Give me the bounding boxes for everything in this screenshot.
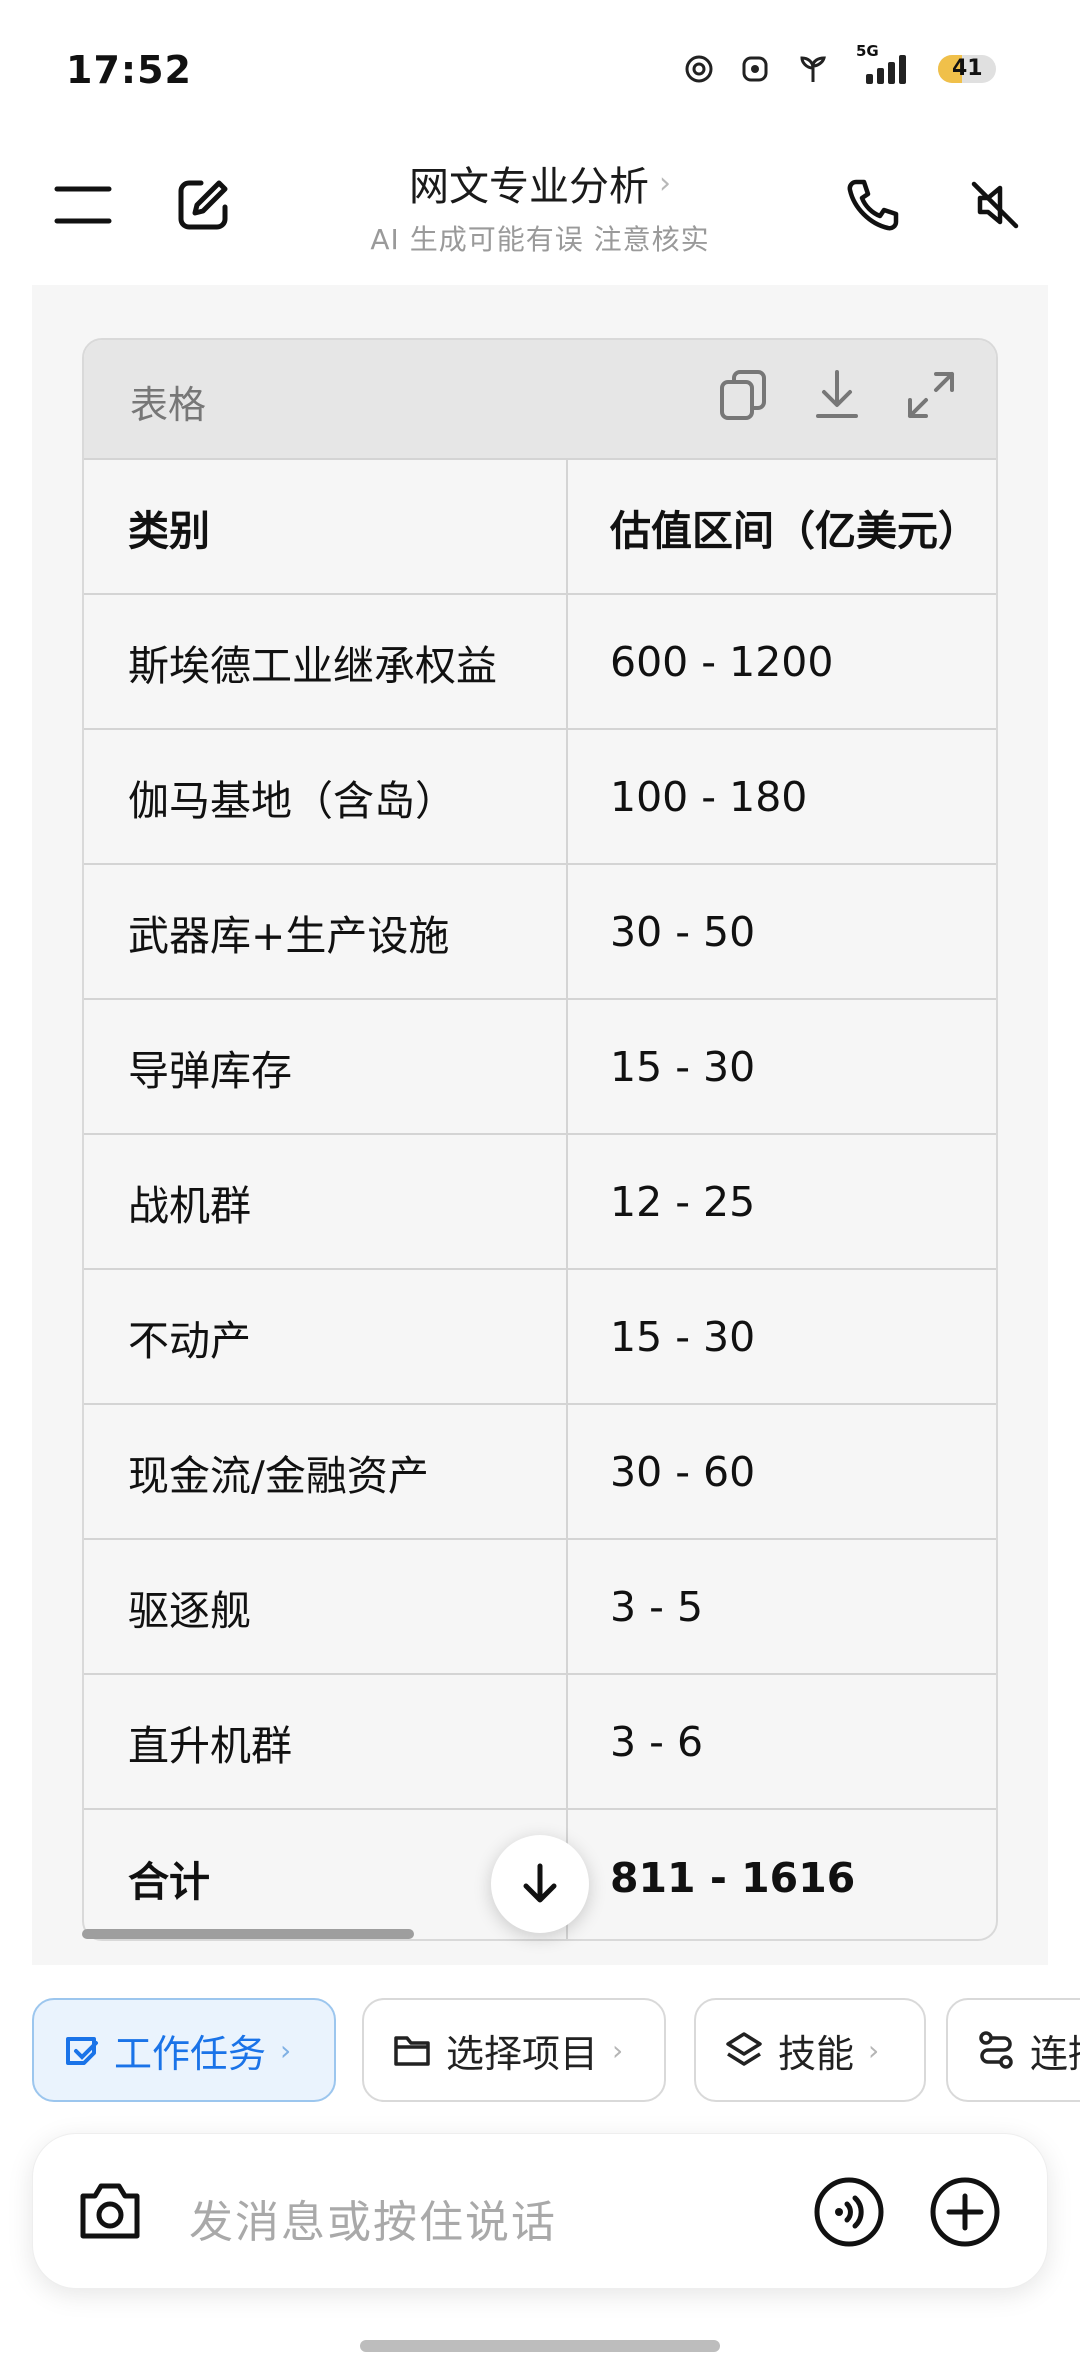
scroll-to-bottom-button[interactable] [491,1835,589,1933]
status-time: 17:52 [66,48,192,92]
chevron-right-icon: › [868,2033,880,2067]
camera-button[interactable] [75,2178,145,2248]
call-button[interactable] [838,170,908,240]
table-cell-value: 15 - 30 [610,1312,756,1361]
expand-icon [908,372,954,418]
plus-icon [930,2177,1000,2247]
chip-connect[interactable]: 连接 [946,1998,1080,2102]
chip-select-project[interactable]: 选择项目 › [362,1998,666,2102]
status-bar: 17:52 5G 41 [0,0,1080,140]
table-cell-category: 驱逐舰 [128,1586,251,1635]
chip-label: 选择项目 [446,2031,599,2076]
battery-icon: 41 [938,53,1000,85]
add-attachment-button[interactable] [929,2176,1001,2252]
menu-icon [54,186,112,224]
quick-action-chips: 工作任务 › 选择项目 › 技能 › 连接 [32,1998,1080,2104]
download-icon [816,370,858,418]
chevron-right-icon: › [280,2033,292,2067]
mute-icon [971,181,1019,229]
home-indicator[interactable] [360,2340,720,2352]
table-row: 战机群 12 - 25 [84,1135,996,1270]
menu-button[interactable] [48,170,118,240]
title-block[interactable]: 网文专业分析 › AI 生成可能有误 注意核实 [300,154,780,258]
battery-level: 41 [952,56,983,81]
table-cell-category: 现金流/金融资产 [128,1451,429,1500]
sprout-icon [800,56,826,82]
message-input-bar: 发消息或按住说话 [32,2133,1048,2289]
voice-icon [814,2177,884,2247]
voice-button[interactable] [813,2176,885,2252]
table-row: 直升机群 3 - 6 [84,1675,996,1810]
table-card: 表格 类别 估值区间（亿美元） 斯埃德工业继承权益 600 - 1200 伽马基… [82,338,998,1941]
arrow-down-icon [523,1863,557,1903]
chat-header: 网文专业分析 › AI 生成可能有误 注意核实 [0,140,1080,270]
expand-button[interactable] [906,368,956,422]
layers-icon [726,2032,762,2066]
column-header: 类别 [128,506,210,555]
table-cell-category: 武器库+生产设施 [128,911,450,960]
table-row: 斯埃德工业继承权益 600 - 1200 [84,595,996,730]
table-cell-value: 30 - 50 [610,907,756,956]
chip-label: 技能 [778,2031,855,2076]
table-card-header: 表格 [84,340,996,460]
table-cell-value: 3 - 6 [610,1717,704,1766]
new-chat-button[interactable] [168,170,238,240]
table-cell-value: 15 - 30 [610,1042,756,1091]
table-row: 驱逐舰 3 - 5 [84,1540,996,1675]
status-icons: 5G 41 [684,42,1000,86]
table-cell-value: 100 - 180 [610,772,808,821]
table-card-title: 表格 [130,383,207,427]
table-cell-category: 斯埃德工业继承权益 [128,641,497,690]
table-row: 武器库+生产设施 30 - 50 [84,865,996,1000]
table-cell-value: 600 - 1200 [610,637,834,686]
signal-icon: 5G [856,42,912,86]
table-cell-value: 12 - 25 [610,1177,756,1226]
phone-icon [847,179,899,231]
task-icon [66,2037,98,2065]
chat-title-text: 网文专业分析 [409,164,649,210]
chip-label: 工作任务 [114,2031,267,2076]
table-cell-category: 伽马基地（含岛） [128,776,456,825]
data-table: 类别 估值区间（亿美元） 斯埃德工业继承权益 600 - 1200 伽马基地（含… [84,460,996,1939]
connect-icon [979,2031,1013,2069]
table-cell-category: 导弹库存 [128,1046,292,1095]
chevron-right-icon: › [612,2033,624,2067]
copy-icon [720,370,766,420]
table-cell-category: 战机群 [128,1181,251,1230]
chat-title[interactable]: 网文专业分析 › [409,154,671,212]
table-cell-category: 不动产 [128,1316,251,1365]
table-cell-category: 直升机群 [128,1721,292,1770]
mute-button[interactable] [960,170,1030,240]
table-row: 现金流/金融资产 30 - 60 [84,1405,996,1540]
alarm-icon [685,55,713,83]
table-row: 伽马基地（含岛） 100 - 180 [84,730,996,865]
table-cell-value: 30 - 60 [610,1447,756,1496]
column-header: 估值区间（亿美元） [610,506,979,555]
title-chevron-icon: › [659,165,671,201]
chip-skills[interactable]: 技能 › [694,1998,926,2102]
table-row: 不动产 15 - 30 [84,1270,996,1405]
edit-icon [178,180,228,230]
app-notification-icon [742,56,768,82]
download-button[interactable] [812,368,862,422]
table-total-value: 811 - 1616 [610,1853,856,1902]
chip-work-task[interactable]: 工作任务 › [32,1998,336,2102]
copy-button[interactable] [718,368,768,422]
table-total-label: 合计 [128,1857,210,1906]
message-content: 表格 类别 估值区间（亿美元） 斯埃德工业继承权益 600 - 1200 伽马基… [32,285,1048,1965]
table-cell-value: 3 - 5 [610,1582,704,1631]
message-input[interactable]: 发消息或按住说话 [189,2186,557,2250]
folder-icon [394,2036,430,2066]
camera-icon [80,2183,140,2239]
horizontal-scrollbar[interactable] [82,1929,414,1939]
table-row: 导弹库存 15 - 30 [84,1000,996,1135]
ai-disclaimer: AI 生成可能有误 注意核实 [370,223,710,256]
chip-label: 连接 [1030,2031,1080,2076]
table-header-row: 类别 估值区间（亿美元） [84,460,996,595]
